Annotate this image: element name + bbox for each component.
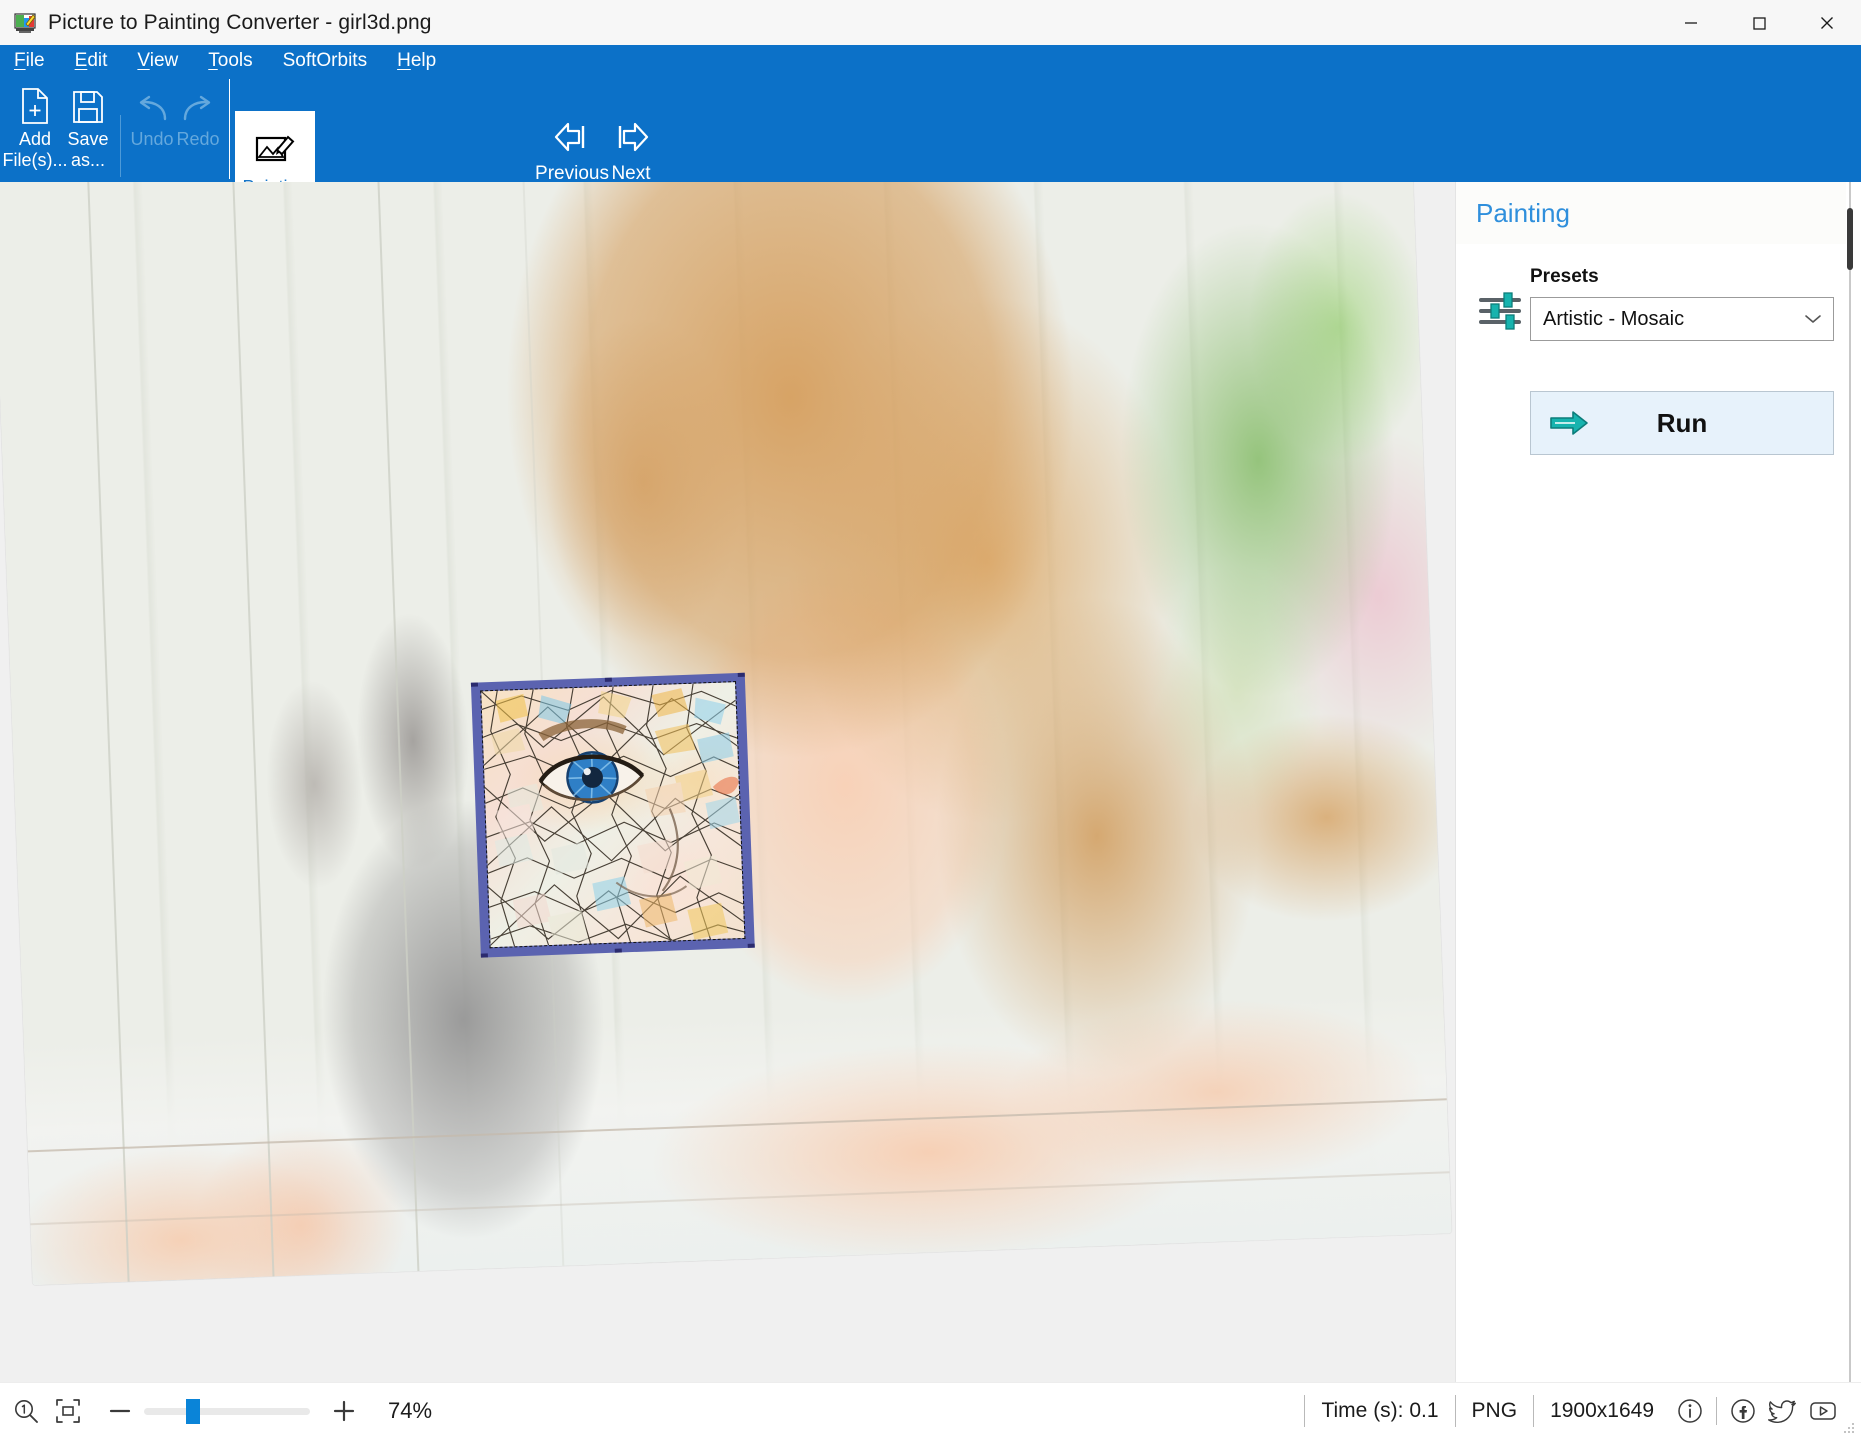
menu-edit-rest: dit [87, 50, 108, 71]
panel-header: Painting [1456, 182, 1854, 244]
panel-scrollbar-track[interactable] [1849, 182, 1851, 1382]
next-arrow-icon [611, 113, 651, 161]
painting-icon [254, 124, 296, 174]
panel-body: Presets Artistic - Mosaic Run [1456, 244, 1854, 455]
presets-label: Presets [1530, 266, 1599, 287]
preset-select[interactable]: Artistic - Mosaic [1530, 297, 1834, 341]
youtube-icon[interactable] [1803, 1393, 1843, 1429]
undo-icon [132, 79, 172, 125]
zoom-slider-thumb[interactable] [186, 1398, 200, 1424]
presets-row: Presets Artistic - Mosaic Run [1476, 266, 1834, 455]
file-format-label: PNG [1454, 1395, 1534, 1427]
status-divider [1716, 1397, 1717, 1425]
zoom-percent-label: 74% [388, 1398, 433, 1423]
image-canvas[interactable] [0, 182, 1455, 1382]
mosaic-preview-selection[interactable] [470, 672, 755, 958]
menu-help-accel: H [397, 50, 411, 71]
resize-grip-icon[interactable] [1843, 1421, 1855, 1433]
redo-label: Redo [176, 129, 220, 149]
panel-scrollbar[interactable] [1846, 182, 1854, 1382]
photo-frame[interactable] [0, 182, 1452, 1286]
zoom-slider[interactable] [144, 1398, 310, 1424]
menu-item-view[interactable]: View [137, 50, 178, 72]
panel-scrollbar-thumb[interactable] [1847, 208, 1853, 270]
window-title: Picture to Painting Converter - girl3d.p… [48, 10, 432, 34]
zoom-out-button[interactable] [100, 1393, 140, 1429]
presets-column: Presets Artistic - Mosaic Run [1530, 266, 1834, 455]
menu-help-rest: elp [410, 50, 437, 71]
menu-file-rest: ile [25, 50, 45, 71]
save-as-button[interactable]: Save as... [62, 79, 114, 179]
menu-softorbits-rest: SoftOrbits [282, 50, 368, 71]
save-as-label: Save as... [67, 129, 109, 170]
minimize-icon[interactable] [1657, 0, 1725, 45]
undo-button[interactable]: Undo [128, 79, 176, 179]
fit-to-screen-icon[interactable] [50, 1393, 86, 1429]
status-right-group: Time (s): 0.1 PNG 1900x1649 [1304, 1393, 1861, 1429]
previous-arrow-icon [552, 113, 592, 161]
toolbar-separator-1 [120, 115, 121, 177]
save-disk-icon [71, 79, 105, 125]
panel-title: Painting [1476, 197, 1570, 228]
application-window: Picture to Painting Converter - girl3d.p… [0, 0, 1861, 1438]
menu-view-accel: V [137, 50, 150, 71]
add-file-icon [18, 79, 52, 125]
processing-time-label: Time (s): 0.1 [1304, 1395, 1454, 1427]
undo-label: Undo [130, 129, 174, 149]
menu-item-tools[interactable]: Tools [208, 50, 252, 72]
sliders-icon [1476, 288, 1524, 334]
menu-item-help[interactable]: Help [397, 50, 436, 72]
toolbar: Add File(s)... Save as... Undo Redo Prev… [0, 77, 1861, 213]
menu-tools-rest: ools [217, 50, 253, 71]
maximize-icon[interactable] [1725, 0, 1793, 45]
run-arrow-icon [1549, 392, 1589, 454]
close-icon[interactable] [1793, 0, 1861, 45]
twitter-icon[interactable] [1763, 1393, 1803, 1429]
app-logo-icon [14, 12, 36, 34]
menu-view-rest: iew [149, 50, 179, 71]
zoom-actual-size-icon[interactable] [8, 1393, 44, 1429]
menu-item-edit[interactable]: Edit [75, 50, 108, 72]
zoom-in-button[interactable] [324, 1393, 364, 1429]
redo-icon [178, 79, 218, 125]
painting-settings-panel: Painting Presets Artistic - Mosaic Run [1455, 182, 1854, 1382]
facebook-icon[interactable] [1723, 1393, 1763, 1429]
toolbar-separator-2 [229, 79, 230, 179]
preset-selected-value: Artistic - Mosaic [1543, 307, 1685, 330]
previous-button[interactable]: Previous [535, 113, 609, 185]
image-dimensions-label: 1900x1649 [1533, 1395, 1670, 1427]
info-icon[interactable] [1670, 1393, 1710, 1429]
chevron-down-icon [1804, 298, 1822, 340]
menu-bar: File Edit View Tools SoftOrbits Help [0, 45, 466, 77]
title-bar: Picture to Painting Converter - girl3d.p… [0, 0, 1861, 45]
redo-button[interactable]: Redo [174, 79, 222, 179]
menu-item-file[interactable]: File [14, 50, 45, 72]
menu-tools-accel: T [208, 50, 218, 71]
window-controls [1657, 0, 1861, 45]
add-files-button[interactable]: Add File(s)... [3, 79, 68, 179]
run-button[interactable]: Run [1530, 391, 1834, 455]
menu-edit-accel: E [74, 50, 88, 71]
menu-file-accel: F [14, 50, 26, 71]
menu-item-softorbits[interactable]: SoftOrbits [283, 50, 367, 72]
status-bar: 74% Time (s): 0.1 PNG 1900x1649 [0, 1382, 1861, 1438]
add-files-label: Add File(s)... [2, 129, 68, 170]
ribbon: File Edit View Tools SoftOrbits Help Add… [0, 45, 1861, 213]
mosaic-preview-image [480, 681, 746, 949]
next-button[interactable]: Next [600, 113, 662, 185]
